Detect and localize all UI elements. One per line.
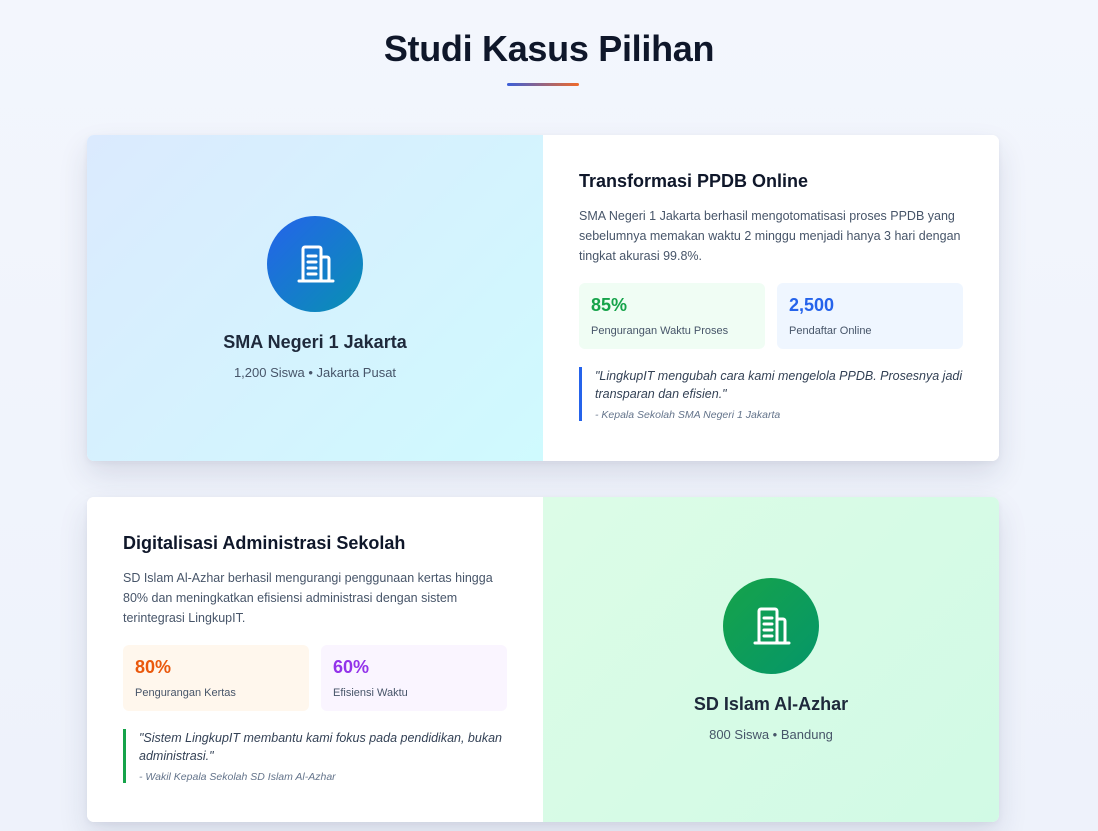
building-icon xyxy=(753,607,791,644)
title-underline xyxy=(507,83,579,86)
school-badge xyxy=(723,577,819,674)
case-study-card-sd-islam-al-azhar: Digitalisasi Administrasi Sekolah SD Isl… xyxy=(87,497,999,822)
case-content: Transformasi PPDB Online SMA Negeri 1 Ja… xyxy=(543,135,999,461)
case-title: Digitalisasi Administrasi Sekolah xyxy=(123,533,406,553)
school-meta: 1,200 Siswa • Jakarta Pusat xyxy=(233,365,397,380)
quote-author: - Wakil Kepala Sekolah SD Islam Al-Azhar xyxy=(139,771,336,783)
case-visual-panel: SD Islam Al-Azhar 800 Siswa • Bandung xyxy=(543,497,999,822)
stat-value: 60% xyxy=(333,657,370,677)
case-stats: 85% Pengurangan Waktu Proses 2,500 Penda… xyxy=(579,283,963,349)
stat-card: 85% Pengurangan Waktu Proses xyxy=(579,283,765,349)
quote-author: - Kepala Sekolah SMA Negeri 1 Jakarta xyxy=(595,409,781,421)
stat-label: Pengurangan Waktu Proses xyxy=(591,325,729,337)
case-content: Digitalisasi Administrasi Sekolah SD Isl… xyxy=(87,497,543,822)
stat-card: 2,500 Pendaftar Online xyxy=(777,283,963,349)
stat-value: 85% xyxy=(591,295,628,315)
quote-text: "LingkupIT mengubah cara kami mengelola … xyxy=(595,369,963,401)
school-name: SMA Negeri 1 Jakarta xyxy=(223,332,407,352)
case-description: SD Islam Al-Azhar berhasil mengurangi pe… xyxy=(123,571,493,625)
stat-label: Pendaftar Online xyxy=(789,325,872,337)
building-icon xyxy=(297,245,335,283)
quote-text: "Sistem LingkupIT membantu kami fokus pa… xyxy=(139,731,502,763)
stat-label: Efisiensi Waktu xyxy=(333,687,408,699)
stat-label: Pengurangan Kertas xyxy=(135,687,236,699)
stat-value: 2,500 xyxy=(789,295,835,315)
testimonial-quote: "LingkupIT mengubah cara kami mengelola … xyxy=(579,367,963,421)
school-meta: 800 Siswa • Bandung xyxy=(709,726,833,742)
case-description: SMA Negeri 1 Jakarta berhasil mengotomat… xyxy=(579,209,961,263)
stat-card: 80% Pengurangan Kertas xyxy=(123,645,309,711)
stat-card: 60% Efisiensi Waktu xyxy=(321,645,507,711)
case-visual-panel: SMA Negeri 1 Jakarta 1,200 Siswa • Jakar… xyxy=(87,135,543,461)
case-stats: 80% Pengurangan Kertas 60% Efisiensi Wak… xyxy=(123,645,507,711)
case-study-card-sma-negeri-1: SMA Negeri 1 Jakarta 1,200 Siswa • Jakar… xyxy=(87,135,999,461)
school-badge xyxy=(267,216,363,312)
school-name: SD Islam Al-Azhar xyxy=(693,693,849,714)
testimonial-quote: "Sistem LingkupIT membantu kami fokus pa… xyxy=(123,729,507,783)
section-title: Studi Kasus Pilihan xyxy=(383,28,715,69)
case-title: Transformasi PPDB Online xyxy=(579,171,809,191)
stat-value: 80% xyxy=(135,657,172,677)
